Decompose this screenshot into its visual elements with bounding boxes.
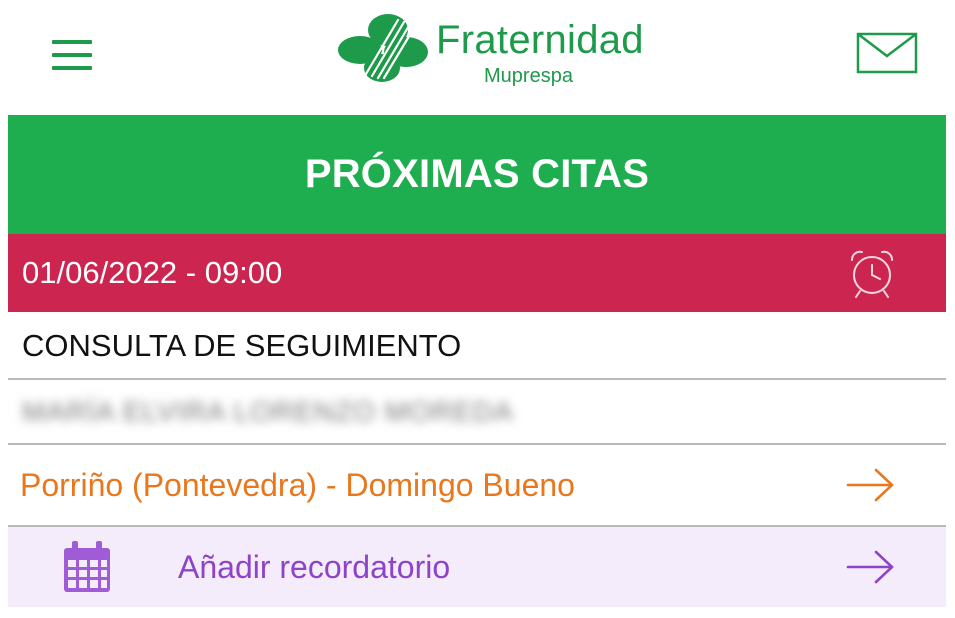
appointment-datetime: 01/06/2022 - 09:00 bbox=[22, 255, 283, 290]
add-reminder-label: Añadir recordatorio bbox=[178, 549, 451, 585]
arrow-right-icon[interactable] bbox=[846, 549, 896, 585]
appointment-type-row: CONSULTA DE SEGUIMIENTO bbox=[8, 312, 946, 380]
fraternidad-clover-logo-icon bbox=[338, 14, 428, 82]
add-reminder-row[interactable]: Añadir recordatorio bbox=[8, 527, 946, 607]
appointment-location: Porriño (Pontevedra) - Domingo Bueno bbox=[20, 467, 575, 503]
app-header: Fraternidad Muprespa bbox=[0, 0, 955, 110]
doctor-name: MARÍA ELVIRA LORENZO MOREDA bbox=[22, 396, 514, 427]
arrow-right-icon[interactable] bbox=[846, 467, 896, 503]
doctor-name-row: MARÍA ELVIRA LORENZO MOREDA bbox=[8, 380, 946, 445]
logo-subtitle: Muprespa bbox=[484, 65, 573, 87]
calendar-icon bbox=[64, 541, 110, 592]
page-title: PRÓXIMAS CITAS bbox=[304, 152, 650, 196]
upcoming-appointments-banner: PRÓXIMAS CITAS bbox=[8, 115, 946, 234]
logo-title: Fraternidad bbox=[436, 18, 644, 62]
appointment-datetime-row: 01/06/2022 - 09:00 bbox=[8, 234, 946, 312]
brand-logo: Fraternidad Muprespa bbox=[336, 12, 644, 92]
appointment-type: CONSULTA DE SEGUIMIENTO bbox=[22, 328, 462, 363]
location-row[interactable]: Porriño (Pontevedra) - Domingo Bueno bbox=[8, 445, 946, 527]
envelope-icon[interactable] bbox=[856, 32, 918, 74]
alarm-clock-icon[interactable] bbox=[842, 246, 902, 302]
hamburger-menu-icon[interactable] bbox=[52, 40, 92, 70]
